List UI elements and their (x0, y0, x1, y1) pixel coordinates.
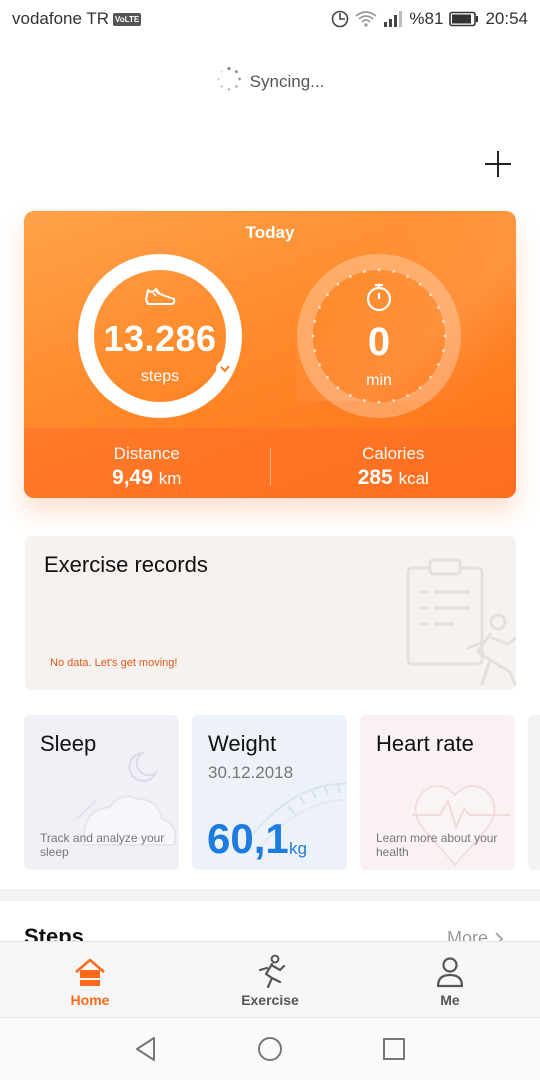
heart-rate-card[interactable]: Heart rate Learn more about your health (360, 715, 515, 870)
carrier-name: vodafone TR (12, 9, 110, 28)
sync-indicator: Syncing... (0, 66, 540, 97)
exercise-records-empty-text: No data. Let's get moving! (50, 657, 178, 669)
clock: 20:54 (485, 9, 528, 28)
plus-icon (485, 151, 511, 177)
status-right: %81 20:54 (331, 9, 528, 29)
steps-unit: steps (140, 368, 180, 385)
heart-rate-desc: Learn more about your health (376, 831, 498, 859)
ring-dot (377, 268, 381, 272)
calories-label: Calories (362, 444, 425, 463)
calories-stat: Calories 285 kcal (271, 428, 517, 498)
today-summary-card[interactable]: Today 13.286 steps 0 min Distance 9,49 k… (24, 211, 516, 498)
ring-dot (377, 400, 381, 404)
nav-exercise[interactable]: Exercise (180, 942, 360, 1017)
back-button[interactable] (131, 1034, 161, 1064)
runner-icon (254, 952, 286, 988)
battery-percent: %81 (409, 9, 444, 28)
volte-badge: VoLTE (113, 12, 142, 26)
nav-me-label: Me (440, 992, 460, 1008)
weight-value: 60,1 (207, 815, 289, 862)
sleep-title: Sleep (40, 731, 97, 756)
steps-count: 13.286 (103, 318, 217, 359)
distance-value: 9,49 (112, 466, 153, 489)
signal-icon (383, 11, 403, 27)
ring-dot (392, 270, 396, 274)
home-icon (74, 952, 106, 988)
recents-button[interactable] (379, 1034, 409, 1064)
today-stats-bar: Distance 9,49 km Calories 285 kcal (24, 428, 516, 498)
section-divider (0, 889, 540, 901)
exercise-records-card[interactable]: Exercise records No data. Let's get movi… (25, 536, 516, 690)
ring-dot (325, 293, 329, 297)
heart-rate-title: Heart rate (376, 731, 474, 756)
add-button[interactable] (478, 144, 518, 184)
ring-dot (418, 282, 422, 286)
exercise-minutes-unit: min (366, 372, 392, 389)
today-title: Today (245, 223, 295, 242)
back-triangle-icon (136, 1037, 155, 1061)
weight-title: Weight (208, 731, 277, 756)
nav-exercise-label: Exercise (241, 992, 299, 1008)
status-bar: vodafone TR VoLTE %81 20:54 (0, 0, 540, 38)
ring-dot (336, 282, 340, 286)
nav-home[interactable]: Home (0, 942, 180, 1017)
ring-dot (437, 305, 440, 309)
weight-card[interactable]: Weight 30.12.2018 60,1 kg (192, 715, 347, 870)
distance-label: Distance (113, 444, 180, 463)
shoe-icon (144, 286, 176, 313)
sleep-desc: Track and analyze your sleep (40, 831, 165, 859)
distance-stat: Distance 9,49 km (24, 428, 270, 498)
data-saver-icon (331, 10, 349, 28)
calories-value: 285 (357, 466, 393, 489)
exercise-records-title: Exercise records (44, 552, 208, 577)
stopwatch-icon (365, 282, 393, 317)
recents-square-icon (383, 1038, 405, 1060)
ring-dot (318, 305, 321, 309)
exercise-minutes-value: 0 (367, 320, 391, 364)
spinner-icon (216, 66, 242, 97)
distance-value-line: 9,49 km (24, 466, 270, 490)
sleep-card[interactable]: Sleep Track and analyze your sleep (24, 715, 179, 870)
person-icon (435, 952, 465, 988)
bottom-navigation: Home Exercise Me (0, 941, 540, 1017)
system-navigation-bar (0, 1017, 540, 1080)
ring-dot (392, 398, 396, 402)
weight-unit: kg (289, 839, 307, 858)
ring-dot (429, 293, 433, 297)
ring-dot (406, 275, 410, 278)
home-system-button[interactable] (255, 1034, 285, 1064)
ring-dot (362, 270, 366, 274)
battery-icon (449, 11, 479, 27)
next-card-peek[interactable] (528, 715, 540, 870)
home-circle-icon (258, 1037, 282, 1061)
distance-unit: km (158, 469, 182, 488)
steps-ring: 13.286 steps (78, 254, 242, 418)
ring-dot (348, 275, 352, 278)
weight-date: 30.12.2018 (208, 763, 294, 782)
sync-text: Syncing... (249, 71, 325, 91)
clipboard-runner-icon (394, 556, 516, 690)
nav-home-label: Home (70, 992, 110, 1008)
ring-dot (406, 394, 410, 397)
nav-me[interactable]: Me (360, 942, 540, 1017)
exercise-minutes-ring: 0 min (297, 254, 461, 418)
ring-dot (362, 398, 366, 402)
calories-unit: kcal (398, 469, 429, 488)
wifi-icon (355, 11, 377, 27)
calories-value-line: 285 kcal (271, 466, 517, 490)
ring-dot (348, 394, 352, 397)
status-left: vodafone TR VoLTE (12, 9, 142, 29)
